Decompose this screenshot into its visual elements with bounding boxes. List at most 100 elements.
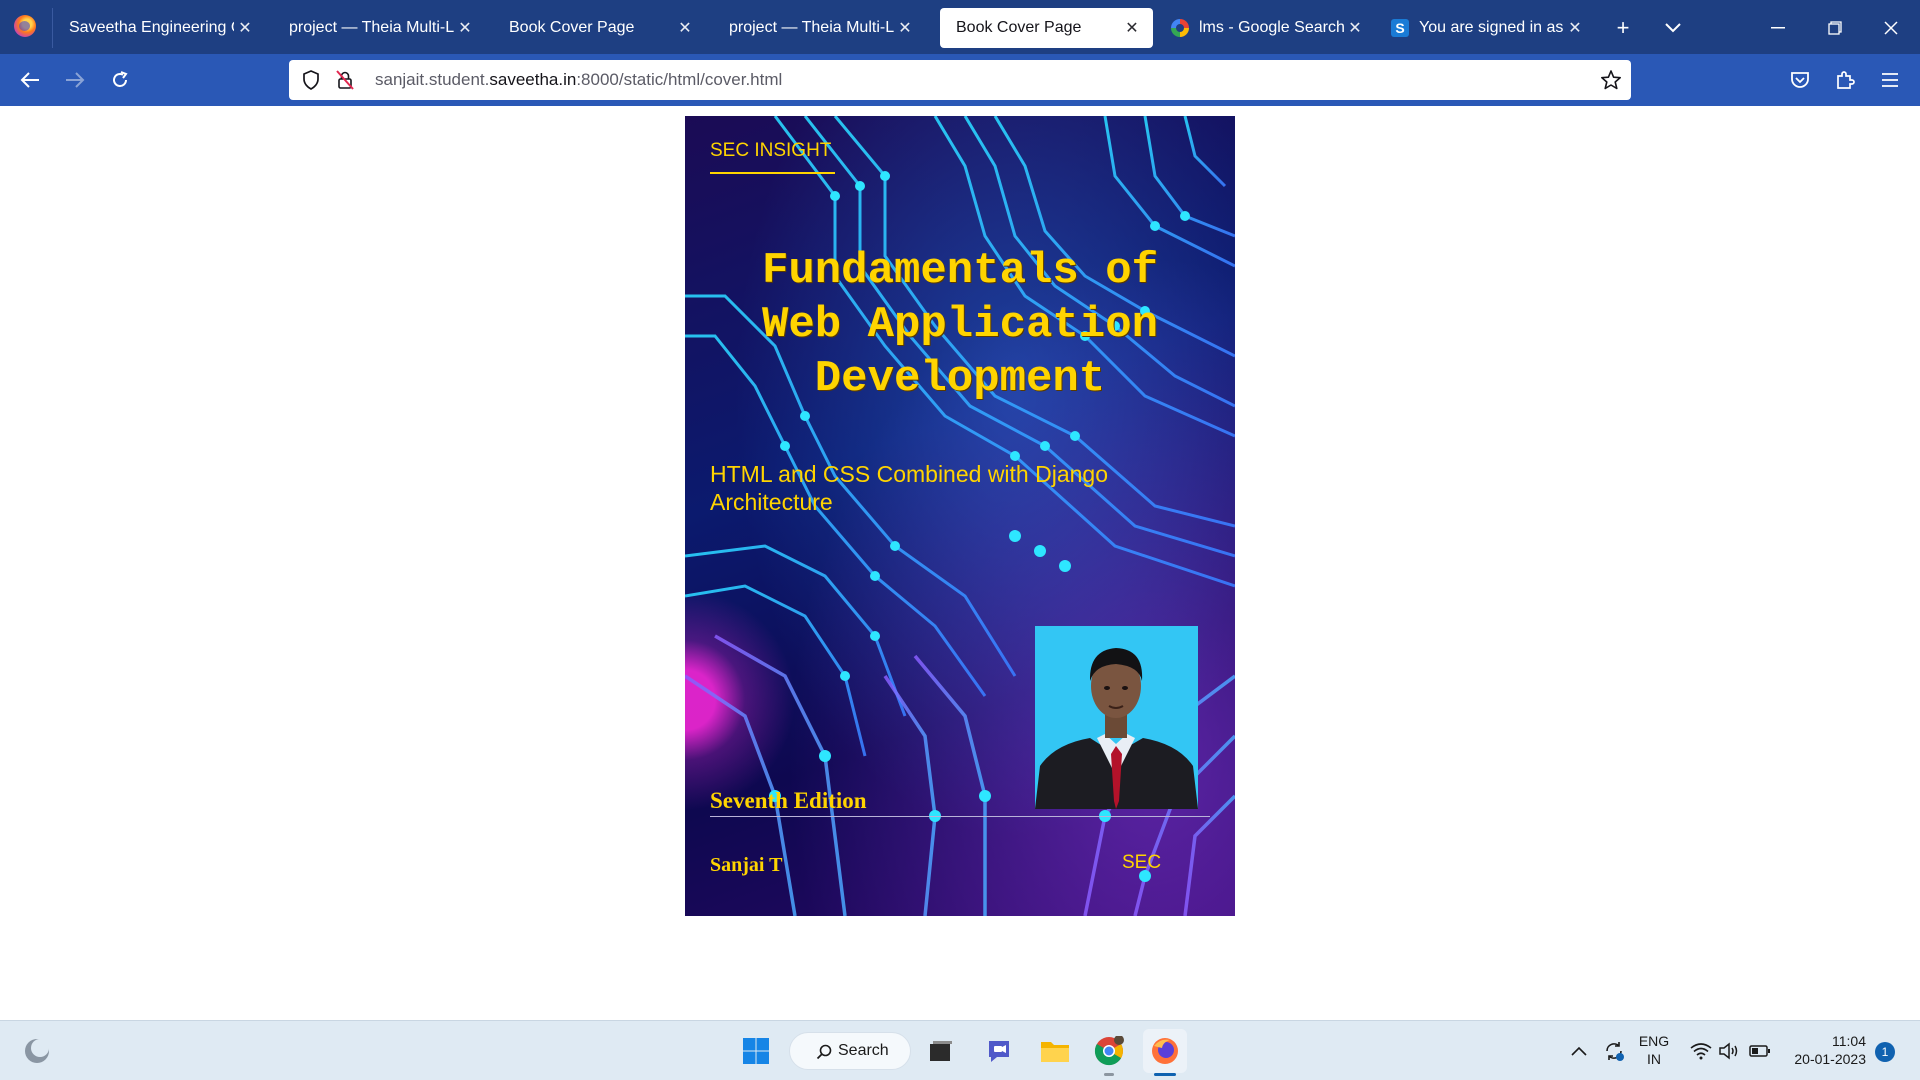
publisher-name: SEC — [1122, 852, 1162, 873]
tab-book-cover-active[interactable]: Book Cover Page ✕ — [940, 8, 1153, 48]
tab-signed-in[interactable]: S You are signed in as 22 ✕ — [1383, 8, 1596, 48]
author-photo — [1035, 626, 1198, 809]
tab-label: Book Cover Page — [509, 19, 635, 36]
chrome-running-indicator — [1104, 1073, 1114, 1076]
minimize-button[interactable] — [1755, 8, 1801, 48]
close-tab-icon[interactable]: ✕ — [894, 18, 916, 38]
close-tab-icon[interactable]: ✕ — [1344, 18, 1366, 38]
sync-icon — [1606, 1042, 1624, 1061]
network-button[interactable] — [1687, 1029, 1715, 1073]
google-icon — [1171, 19, 1189, 37]
back-button[interactable] — [12, 62, 48, 98]
minimize-icon — [1771, 27, 1785, 29]
chrome-icon — [1094, 1036, 1124, 1066]
clock-date: 20-01-2023 — [1794, 1051, 1866, 1067]
extensions-button[interactable] — [1827, 62, 1863, 98]
tab-label: lms - Google Search — [1199, 19, 1344, 36]
show-hidden-icons-button[interactable] — [1567, 1029, 1591, 1073]
chrome-button[interactable] — [1087, 1029, 1131, 1073]
close-tab-icon[interactable]: ✕ — [674, 18, 696, 38]
chat-icon — [989, 1041, 1009, 1062]
close-icon — [1884, 21, 1898, 35]
tab-book-cover[interactable]: Book Cover Page ✕ — [493, 8, 706, 48]
tab-project-theia-2[interactable]: project — Theia Multi-Lang ✕ — [713, 8, 926, 48]
edition-label: Seventh Edition — [710, 788, 867, 813]
file-explorer-button[interactable] — [1033, 1029, 1077, 1073]
list-all-tabs-button[interactable] — [1653, 8, 1693, 48]
firefox-button[interactable] — [1143, 1029, 1187, 1073]
tab-label: Saveetha Engineering Colle — [69, 19, 234, 36]
forward-button[interactable] — [57, 62, 93, 98]
tab-label: project — Theia Multi-Lang — [729, 19, 894, 36]
tracking-shield-icon[interactable] — [299, 68, 323, 92]
tab-label: You are signed in as 22 — [1419, 19, 1564, 36]
close-window-button[interactable] — [1868, 8, 1914, 48]
restore-icon — [1828, 21, 1842, 35]
teams-chat-button[interactable] — [977, 1029, 1021, 1073]
book-subtitle: HTML and CSS Combined with Django Archit… — [710, 461, 1108, 515]
s-icon: S — [1391, 19, 1409, 37]
region-code: IN — [1647, 1051, 1661, 1067]
series-label: SEC INSIGHT — [710, 140, 832, 161]
battery-icon — [1749, 1045, 1770, 1057]
book-cover: SEC INSIGHT Fundamentals of Web Applicat… — [685, 116, 1235, 916]
hamburger-menu-icon — [1882, 73, 1898, 87]
title-line-2: Web Application — [761, 300, 1159, 350]
close-tab-icon[interactable]: ✕ — [234, 18, 256, 38]
firefox-icon — [1152, 1038, 1178, 1064]
reload-button[interactable] — [102, 62, 138, 98]
bookmark-star-icon[interactable] — [1599, 68, 1623, 92]
page-content: SEC INSIGHT Fundamentals of Web Applicat… — [0, 106, 1920, 1020]
tab-label: project — Theia Multi-Lang — [289, 19, 454, 36]
weather-icon — [25, 1039, 49, 1063]
title-line-1: Fundamentals of — [761, 246, 1159, 296]
task-view-button[interactable] — [919, 1029, 963, 1073]
address-bar[interactable]: sanjait.student.saveetha.in:8000/static/… — [289, 60, 1631, 100]
language-code: ENG — [1638, 1033, 1670, 1049]
widgets-button[interactable] — [15, 1029, 59, 1073]
clock-time: 11:04 — [1832, 1033, 1866, 1049]
title-line-3: Development — [814, 354, 1106, 404]
tab-saveetha[interactable]: Saveetha Engineering Colle ✕ — [53, 8, 266, 48]
battery-button[interactable] — [1746, 1029, 1774, 1073]
chevron-down-icon — [1665, 23, 1681, 33]
clock[interactable]: 11:04 20-01-2023 — [1782, 1032, 1866, 1068]
tab-project-theia[interactable]: project — Theia Multi-Lang ✕ — [273, 8, 486, 48]
close-tab-icon[interactable]: ✕ — [1121, 18, 1143, 38]
author-name: Sanjai T — [710, 854, 783, 876]
firefox-menu-icon[interactable] — [14, 15, 36, 37]
volume-button[interactable] — [1715, 1029, 1743, 1073]
tab-google-search[interactable]: lms - Google Search ✕ — [1163, 8, 1376, 48]
url-text[interactable]: sanjait.student.saveetha.in:8000/static/… — [375, 70, 782, 90]
author-portrait-image — [1035, 648, 1198, 809]
close-tab-icon[interactable]: ✕ — [1564, 18, 1586, 38]
app-menu-button[interactable] — [1872, 62, 1908, 98]
firefox-running-indicator — [1154, 1073, 1176, 1076]
series-underline — [710, 172, 835, 174]
sync-button[interactable] — [1600, 1029, 1628, 1073]
taskbar-search[interactable]: Search — [789, 1032, 911, 1070]
reload-icon — [113, 71, 128, 87]
wifi-icon — [1690, 1043, 1712, 1060]
url-domain: saveetha.in — [489, 70, 577, 89]
forward-arrow-icon — [66, 72, 85, 88]
search-label: Search — [838, 1042, 889, 1059]
input-language[interactable]: ENG IN — [1636, 1032, 1672, 1068]
puzzle-icon — [1837, 71, 1855, 89]
windows-logo-icon — [743, 1038, 769, 1064]
start-button[interactable] — [734, 1029, 778, 1073]
insecure-lock-icon[interactable] — [333, 68, 357, 92]
restore-button[interactable] — [1812, 8, 1858, 48]
taskbar: Search ENG IN 11:04 20-01-2023 1 — [0, 1020, 1920, 1080]
pocket-button[interactable] — [1782, 62, 1818, 98]
url-suffix: :8000/static/html/cover.html — [576, 70, 783, 89]
pocket-icon — [1791, 72, 1809, 88]
new-tab-button[interactable]: + — [1603, 8, 1643, 48]
notification-badge[interactable]: 1 — [1875, 1042, 1895, 1062]
navigation-toolbar: sanjait.student.saveetha.in:8000/static/… — [0, 54, 1920, 106]
search-icon — [816, 1044, 832, 1060]
close-tab-icon[interactable]: ✕ — [454, 18, 476, 38]
book-title: Fundamentals of Web Application Developm… — [685, 244, 1235, 406]
tab-label: Book Cover Page — [956, 19, 1082, 36]
tab-strip: Saveetha Engineering Colle ✕ project — T… — [0, 0, 1920, 54]
